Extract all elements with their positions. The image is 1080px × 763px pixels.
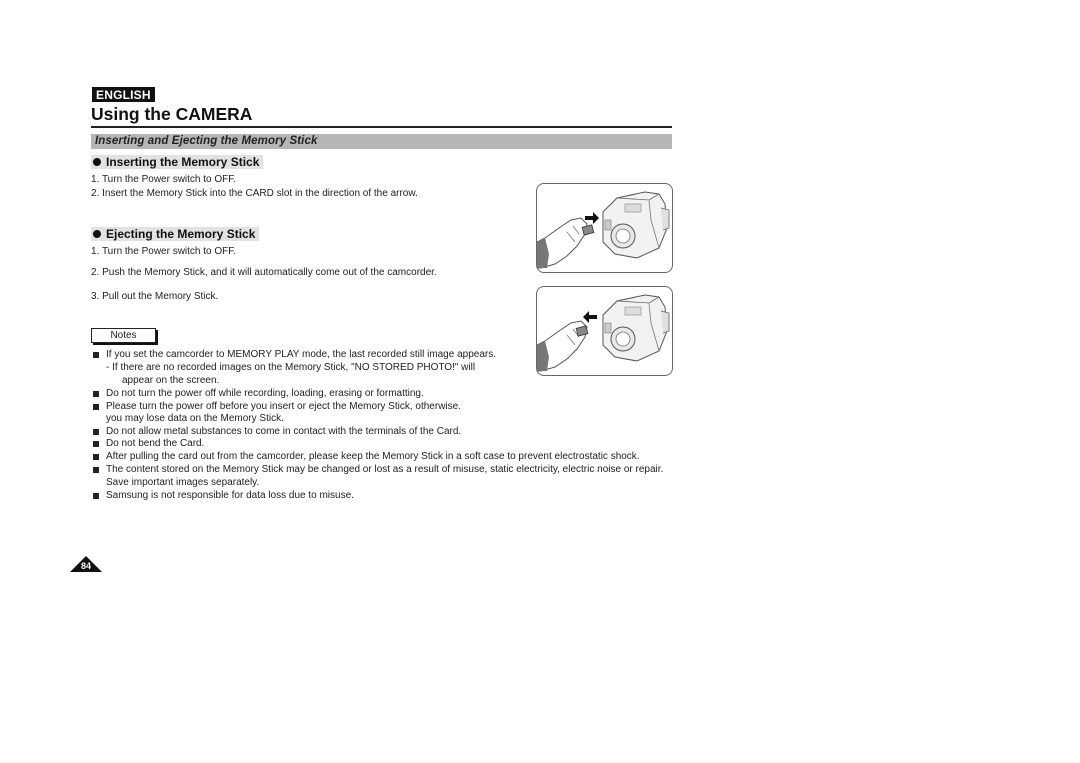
note-item: After pulling the card out from the camc…: [106, 451, 640, 462]
note-item: Do not turn the power off while recordin…: [106, 388, 424, 399]
inserting-step-1: 1. Turn the Power switch to OFF.: [91, 174, 237, 185]
square-bullet-icon: [93, 493, 99, 499]
square-bullet-icon: [93, 454, 99, 460]
note-item: Do not bend the Card.: [106, 438, 205, 449]
square-bullet-icon: [93, 441, 99, 447]
notes-label: Notes: [91, 328, 156, 343]
square-bullet-icon: [93, 404, 99, 410]
bullet-icon: [93, 230, 101, 238]
inserting-heading-text: Inserting the Memory Stick: [106, 155, 260, 169]
section-header: Inserting and Ejecting the Memory Stick: [91, 134, 672, 149]
note-item: The content stored on the Memory Stick m…: [106, 464, 664, 475]
ejecting-heading-text: Ejecting the Memory Stick: [106, 227, 256, 241]
square-bullet-icon: [93, 467, 99, 473]
ejecting-step-3: 3. Pull out the Memory Stick.: [91, 291, 219, 302]
page-number-badge: 84: [70, 556, 102, 572]
square-bullet-icon: [93, 391, 99, 397]
camcorder-insert-illustration: [536, 183, 673, 273]
section-title: Inserting and Ejecting the Memory Stick: [95, 135, 318, 147]
page-number: 84: [80, 561, 91, 571]
square-bullet-icon: [93, 352, 99, 358]
note-item-cont: you may lose data on the Memory Stick.: [106, 413, 284, 424]
inserting-heading: Inserting the Memory Stick: [91, 155, 264, 169]
note-item: Samsung is not responsible for data loss…: [106, 490, 354, 501]
square-bullet-icon: [93, 429, 99, 435]
note-item-cont: Save important images separately.: [106, 477, 260, 488]
ejecting-step-1: 1. Turn the Power switch to OFF.: [91, 246, 237, 257]
note-subitem-cont: appear on the screen.: [122, 375, 220, 386]
page-title: Using the CAMERA: [91, 104, 253, 124]
note-item: If you set the camcorder to MEMORY PLAY …: [106, 349, 496, 360]
language-badge: ENGLISH: [92, 87, 155, 102]
ejecting-heading: Ejecting the Memory Stick: [91, 227, 260, 241]
ejecting-step-2: 2. Push the Memory Stick, and it will au…: [91, 267, 437, 278]
title-divider: [91, 126, 672, 128]
note-item: Please turn the power off before you ins…: [106, 401, 461, 412]
inserting-step-2: 2. Insert the Memory Stick into the CARD…: [91, 188, 418, 199]
camcorder-eject-illustration: [536, 286, 673, 376]
note-subitem: - If there are no recorded images on the…: [106, 362, 476, 373]
note-item: Do not allow metal substances to come in…: [106, 426, 462, 437]
bullet-icon: [93, 158, 101, 166]
